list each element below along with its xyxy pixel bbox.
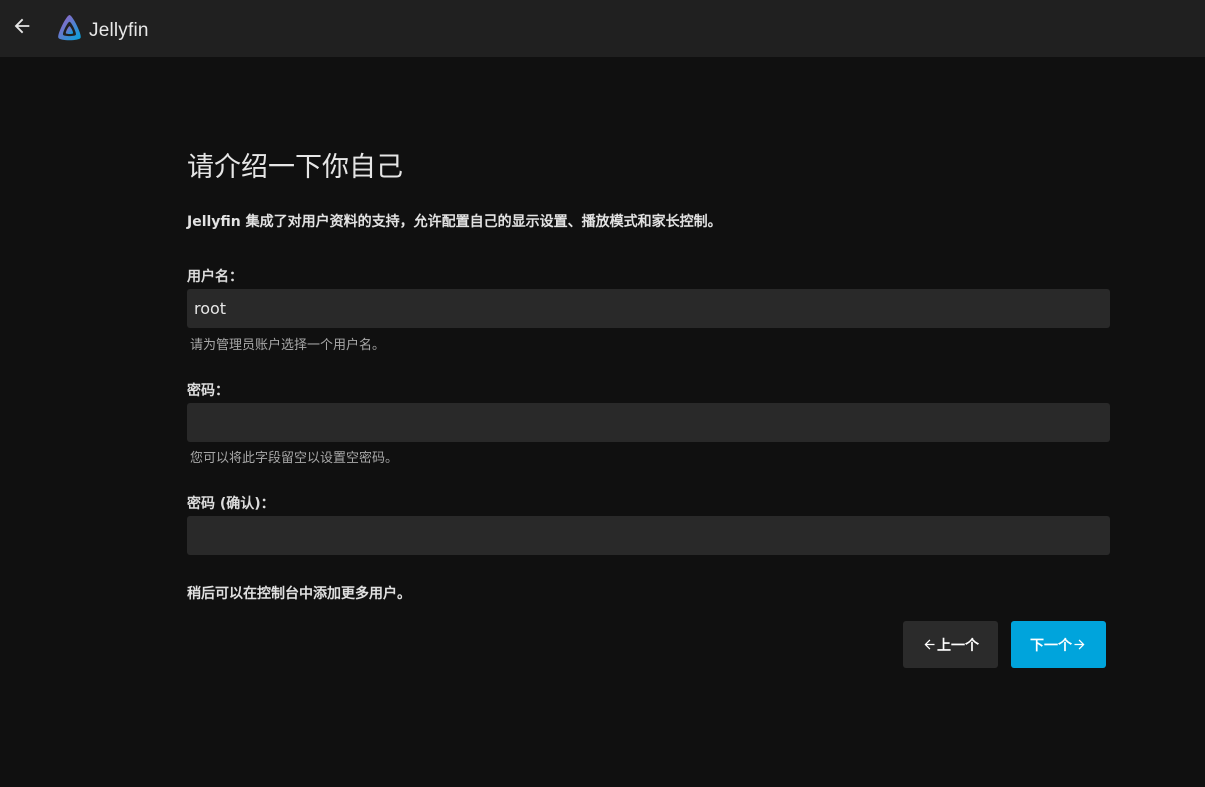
next-button[interactable]: 下一个 [1011, 621, 1106, 668]
arrow-left-icon [11, 15, 33, 41]
page-title: 请介绍一下你自己 [187, 152, 403, 183]
app-logo[interactable]: Jellyfin [54, 13, 149, 48]
password-input[interactable] [187, 403, 1110, 442]
jellyfin-logo-icon [54, 13, 85, 48]
previous-button-label: 上一个 [937, 637, 979, 654]
username-input[interactable] [187, 289, 1110, 328]
back-button[interactable] [8, 14, 36, 42]
app-name: Jellyfin [89, 19, 149, 41]
password-label: 密码： [187, 383, 229, 399]
arrow-left-icon [922, 637, 937, 652]
intro-text: Jellyfin 集成了对用户资料的支持，允许配置自己的显示设置、播放模式和家长… [187, 214, 722, 230]
previous-button[interactable]: 上一个 [903, 621, 998, 668]
next-button-label: 下一个 [1030, 637, 1072, 654]
username-help: 请为管理员账户选择一个用户名。 [190, 338, 386, 353]
password-confirm-label: 密码 (确认)： [187, 496, 275, 512]
password-confirm-input[interactable] [187, 516, 1110, 555]
arrow-right-icon [1072, 637, 1087, 652]
username-label: 用户名： [187, 269, 243, 285]
add-users-note: 稍后可以在控制台中添加更多用户。 [187, 586, 411, 602]
password-help: 您可以将此字段留空以设置空密码。 [190, 451, 399, 466]
app-header: Jellyfin [0, 0, 1205, 57]
